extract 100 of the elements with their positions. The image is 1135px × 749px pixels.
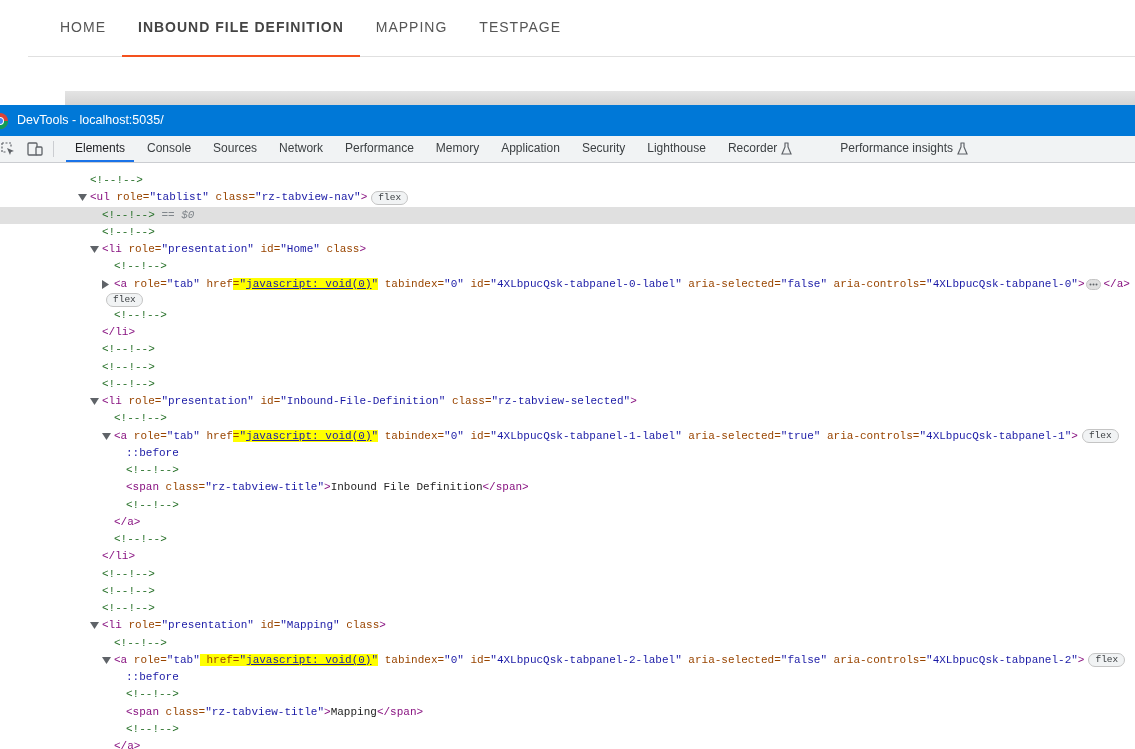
flask-icon [957, 141, 969, 155]
code-text: <!--!--> [126, 497, 179, 513]
code-text: <li role="presentation" id="Mapping" class> [102, 618, 386, 634]
tree-row[interactable]: <!--!--> [0, 358, 1135, 376]
code-text: ::before [126, 445, 179, 461]
device-toolbar-icon[interactable] [27, 142, 43, 156]
code-text: <!--!--> [102, 376, 155, 392]
tree-row[interactable]: <!--!--> [0, 375, 1135, 393]
inspect-icon[interactable] [1, 142, 15, 156]
code-text: ::before [126, 670, 179, 685]
code-text: <!--!--> [126, 687, 179, 703]
expanded-arrow-icon[interactable] [102, 656, 111, 664]
flex-badge[interactable]: flex [106, 292, 143, 307]
code-text: <!--!--> [114, 307, 167, 323]
tree-row[interactable]: <li role="presentation" id="Inbound-File-Definition" class="rz-tabview-selected"> [0, 393, 1135, 411]
tree-row[interactable]: ::before [0, 444, 1135, 462]
code-text: <!--!--> [102, 583, 155, 599]
window-title: DevTools - localhost:5035/ [17, 112, 164, 130]
code-text: <!--!--> [126, 463, 179, 478]
tree-row[interactable]: <li role="presentation" id="Mapping" class> [0, 617, 1135, 635]
tree-row[interactable]: <!--!--> [0, 341, 1135, 359]
devtools-tab[interactable]: Application [492, 136, 569, 162]
tree-row[interactable]: </li> [0, 548, 1135, 566]
nav-tab[interactable]: HOME [44, 0, 122, 57]
tree-row[interactable]: <span class="rz-tabview-title">Mapping</span> [0, 703, 1135, 721]
code-text: <a role="tab" href="javascript: void(0)" tabindex="0" id="4XLbpucQsk-tabpanel-0-label" aria-selected="false" aria-controls="4XLbpucQsk-tabpanel-0"> [114, 276, 1085, 292]
tree-row[interactable]: <!--!--> [0, 462, 1135, 480]
devtools-tab[interactable]: Recorder [718, 136, 802, 162]
code-text: <!--!--> [102, 359, 155, 375]
tree-row[interactable]: <!--!--> [0, 531, 1135, 549]
expanded-arrow-icon[interactable] [90, 398, 99, 406]
tree-row[interactable]: <!--!--> == $0 [0, 206, 1135, 224]
tree-row[interactable]: <ul role="tablist" class="rz-tabview-nav"> flex [0, 189, 1135, 207]
code-text: <!--!--> == $0 [102, 207, 195, 223]
tree-row[interactable]: <!--!--> [0, 686, 1135, 704]
code-text: <!--!--> [114, 532, 167, 547]
tree-row[interactable]: <!--!--> [0, 634, 1135, 652]
tree-row[interactable]: <li role="presentation" id="Home" class> [0, 241, 1135, 259]
devtools-tab[interactable]: Performance [336, 136, 423, 162]
code-text: </a> [114, 739, 141, 749]
devtools-tab[interactable]: Console [138, 136, 201, 162]
code-text: </li> [102, 549, 135, 565]
ellipsis-icon [1089, 282, 1099, 286]
code-text: <!--!--> [102, 566, 155, 582]
code-text: <!--!--> [114, 635, 167, 651]
expanded-arrow-icon[interactable] [90, 246, 99, 254]
devtools-tab[interactable]: Elements [66, 136, 135, 162]
tree-row[interactable]: <span class="rz-tabview-title">Inbound File Definition</span> [0, 479, 1135, 497]
code-text: <a role="tab" href="javascript: void(0)" tabindex="0" id="4XLbpucQsk-tabpanel-2-label" aria-selected="false" aria-controls="4XLbpucQsk-tabpanel-2"> [114, 652, 1085, 668]
devtools-tab[interactable]: Security [572, 136, 635, 162]
tree-row[interactable]: <a role="tab" href="javascript: void(0)" tabindex="0" id="4XLbpucQsk-tabpanel-2-label" aria-selected="false" aria-controls="4XLbpucQsk-tabpanel-2"> flex [0, 651, 1135, 669]
tree-row[interactable]: <!--!--> [0, 258, 1135, 276]
code-text: </a> [114, 514, 141, 530]
expanded-arrow-icon[interactable] [90, 622, 99, 630]
code-text: <li role="presentation" id="Inbound-File-Definition" class="rz-tabview-selected"> [102, 394, 637, 409]
tree-row[interactable]: <!--!--> [0, 306, 1135, 324]
code-text: <!--!--> [90, 173, 143, 188]
code-text: <span class="rz-tabview-title">Inbound File Definition</span> [126, 480, 529, 496]
devtools-tab[interactable]: Network [270, 136, 333, 162]
code-text: </a> [1103, 276, 1130, 292]
tree-row[interactable]: <!--!--> [0, 410, 1135, 428]
code-text: <!--!--> [102, 601, 155, 616]
tree-row[interactable]: <!--!--> [0, 565, 1135, 583]
code-text: <!--!--> [102, 342, 155, 358]
collapsed-arrow-icon[interactable] [102, 279, 109, 289]
code-text: <!--!--> [102, 224, 155, 240]
flex-badge[interactable]: flex [1088, 653, 1126, 668]
nav-tab[interactable]: TESTPAGE [463, 0, 577, 57]
flex-badge[interactable]: flex [371, 190, 409, 205]
devtools-tab[interactable]: Memory [426, 136, 489, 162]
tree-row[interactable]: <a role="tab" href="javascript: void(0)" tabindex="0" id="4XLbpucQsk-tabpanel-0-label" aria-selected="false" aria-controls="4XLbpucQsk-tabpanel-0"> </a> flex [0, 275, 1135, 307]
tree-row[interactable]: </li> [0, 324, 1135, 342]
nav-tab[interactable]: MAPPING [359, 0, 464, 57]
code-text: <!--!--> [114, 411, 167, 427]
tree-row[interactable]: </a> [0, 738, 1135, 749]
code-text: <li role="presentation" id="Home" class> [102, 242, 367, 257]
code-text: <ul role="tablist" class="rz-tabview-nav"> [90, 190, 368, 206]
expanded-arrow-icon[interactable] [102, 432, 111, 440]
tree-row[interactable]: <!--!--> [0, 223, 1135, 241]
code-text: <span class="rz-tabview-title">Mapping</span> [126, 704, 424, 720]
tree-row[interactable]: <!--!--> [0, 172, 1135, 190]
expanded-arrow-icon[interactable] [78, 194, 87, 202]
flex-badge[interactable]: flex [1081, 429, 1119, 444]
tree-row[interactable]: <!--!--> [0, 496, 1135, 514]
tree-row[interactable]: </a> [0, 513, 1135, 531]
tree-row[interactable]: <!--!--> [0, 720, 1135, 738]
code-text: <!--!--> [114, 259, 167, 275]
code-text: <!--!--> [126, 721, 179, 737]
flask-icon [781, 141, 793, 155]
code-text: </li> [102, 325, 135, 340]
devtools-tab[interactable]: Performance insights [831, 136, 978, 162]
tree-row[interactable]: <!--!--> [0, 600, 1135, 618]
browser-logo-icon [0, 111, 11, 130]
nav-tab[interactable]: INBOUND FILE DEFINITION [122, 0, 360, 57]
tree-row[interactable]: <!--!--> [0, 582, 1135, 600]
tree-row[interactable]: ::before [0, 669, 1135, 687]
code-text: <a role="tab" href="javascript: void(0)" tabindex="0" id="4XLbpucQsk-tabpanel-1-label" aria-selected="true" aria-controls="4XLbpucQsk-tabpanel-1"> [114, 428, 1078, 444]
devtools-tab[interactable]: Lighthouse [638, 136, 715, 162]
devtools-tab[interactable]: Sources [204, 136, 267, 162]
tree-row[interactable]: <a role="tab" href="javascript: void(0)" tabindex="0" id="4XLbpucQsk-tabpanel-1-label" aria-selected="true" aria-controls="4XLbpucQsk-tabpanel-1"> flex [0, 427, 1135, 445]
